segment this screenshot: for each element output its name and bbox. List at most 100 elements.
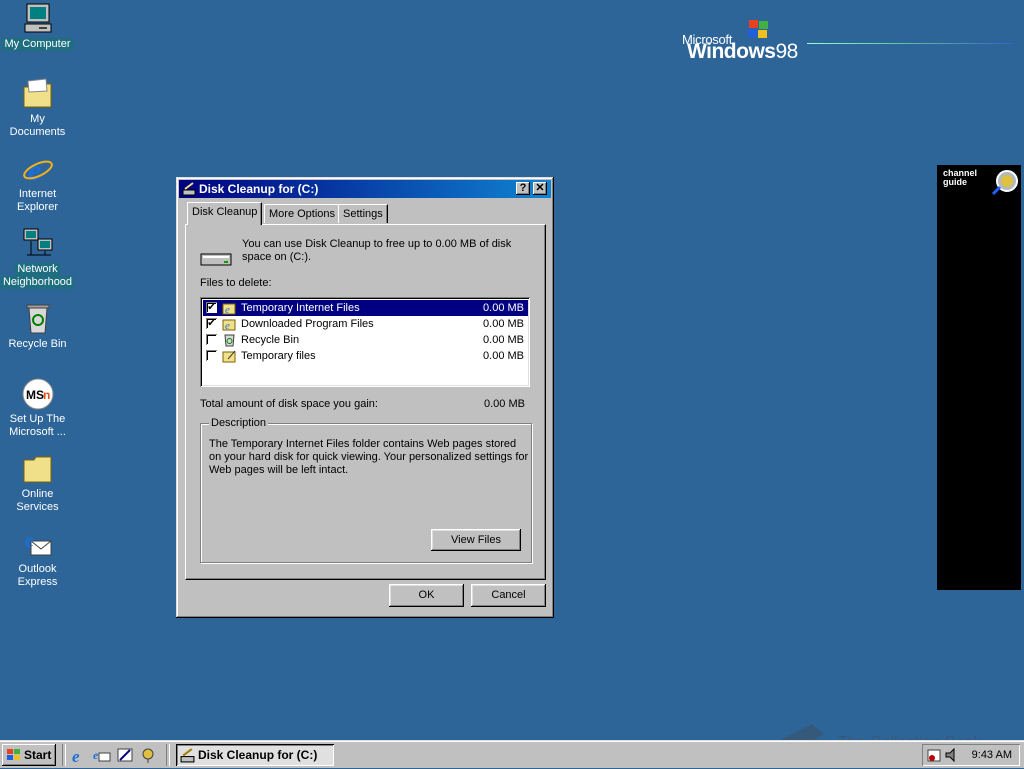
task-divider (166, 744, 170, 766)
file-size: 0.00 MB (483, 318, 524, 330)
windows-flag-icon (7, 749, 20, 760)
scheduler-icon[interactable] (926, 747, 942, 763)
list-item-temporary-internet-files[interactable]: ✔ e Temporary Internet Files 0.00 MB (203, 300, 528, 316)
icon-label: Neighborhood (0, 276, 75, 289)
file-name: Temporary files (241, 350, 316, 362)
desktop-icon-online-services[interactable]: Online Services (0, 452, 75, 514)
icon-label: My Computer (2, 38, 73, 51)
description-line3: Web pages will be left intact. (209, 464, 349, 476)
taskbar: Start e e Disk Cleanup for (C:) 9:43 AM (0, 740, 1024, 768)
folder-icon (23, 456, 51, 483)
list-item-temporary-files[interactable]: Temporary files 0.00 MB (203, 348, 528, 364)
windows98-logo: Microsoft Windows98 (682, 18, 1012, 68)
start-label: Start (24, 748, 52, 762)
icon-label: Online (19, 488, 56, 501)
dialog-title: Disk Cleanup for (C:) (199, 182, 319, 196)
svg-text:e: e (225, 320, 230, 331)
file-size: 0.00 MB (483, 334, 524, 346)
view-files-button[interactable]: View Files (431, 529, 521, 551)
network-neighborhood-icon (23, 228, 52, 256)
windows-flag-icon (748, 20, 768, 38)
desktop-icon-network-neighborhood[interactable]: Network Neighborhood (0, 227, 75, 289)
svg-text:e: e (72, 747, 80, 764)
icon-label: Internet (16, 188, 59, 201)
volume-icon[interactable] (944, 747, 960, 763)
taskbar-button-disk-cleanup[interactable]: Disk Cleanup for (C:) (176, 744, 334, 766)
checkbox[interactable]: ✔ (206, 302, 217, 313)
help-button[interactable]: ? (516, 182, 530, 195)
channel-guide-label[interactable]: channel guide (943, 169, 977, 187)
system-tray: 9:43 AM (922, 744, 1020, 766)
desktop-icon-my-computer[interactable]: My Computer (0, 2, 75, 51)
file-name: Recycle Bin (241, 334, 300, 346)
files-to-delete-label: Files to delete: (200, 277, 272, 289)
internet-files-icon: e (222, 303, 236, 315)
start-button[interactable]: Start (2, 744, 56, 766)
desktop-icon-msn-setup[interactable]: MS n Set Up The Microsoft ... (0, 377, 75, 439)
logo-windows: Windows98 (687, 40, 798, 63)
internet-explorer-icon[interactable]: e (70, 746, 88, 764)
icon-label: Microsoft ... (7, 426, 68, 439)
tab-more-options[interactable]: More Options (264, 204, 341, 223)
icon-label: Explorer (15, 201, 60, 214)
intro-text-line1: You can use Disk Cleanup to free up to 0… (242, 238, 512, 250)
checkbox[interactable] (206, 334, 217, 345)
recycle-bin-icon (224, 334, 235, 347)
recycle-bin-icon (26, 304, 49, 334)
channel-guide-magnifier-icon (991, 170, 1018, 196)
checkbox[interactable] (206, 350, 217, 361)
desktop-icon-outlook-express[interactable]: e Outlook Express (0, 527, 75, 589)
svg-text:MS: MS (26, 388, 44, 402)
description-legend: Description (209, 417, 269, 429)
icon-label: Recycle Bin (6, 338, 69, 351)
description-line1: The Temporary Internet Files folder cont… (209, 438, 517, 450)
svg-text:e: e (25, 530, 34, 552)
view-channels-icon[interactable] (139, 746, 157, 764)
title-bar[interactable]: Disk Cleanup for (C:) ? ✕ (179, 180, 551, 198)
files-to-delete-list[interactable]: ✔ e Temporary Internet Files 0.00 MB ✔ e… (200, 297, 530, 387)
icon-label: My Documents (0, 113, 75, 139)
hard-drive-icon (200, 253, 232, 266)
show-desktop-icon[interactable] (116, 746, 134, 764)
clock[interactable]: 9:43 AM (972, 744, 1012, 766)
icon-label: Network (15, 263, 60, 276)
total-value: 0.00 MB (484, 398, 525, 410)
svg-text:e: e (225, 304, 230, 315)
channel-bar[interactable]: channel guide (937, 165, 1021, 590)
list-item-recycle-bin[interactable]: Recycle Bin 0.00 MB (203, 332, 528, 348)
svg-text:e: e (28, 154, 41, 186)
checkbox[interactable]: ✔ (206, 318, 217, 329)
description-group: Description The Temporary Internet Files… (200, 417, 532, 563)
msn-icon: MS n (22, 378, 53, 410)
file-size: 0.00 MB (483, 350, 524, 362)
svg-text:e: e (93, 748, 99, 762)
internet-explorer-icon: e (22, 154, 53, 186)
folder-documents-icon (23, 78, 51, 108)
disk-cleanup-icon (180, 748, 195, 763)
total-label: Total amount of disk space you gain: (200, 398, 378, 410)
task-label: Disk Cleanup for (C:) (198, 748, 318, 762)
cancel-button[interactable]: Cancel (471, 584, 546, 607)
close-button[interactable]: ✕ (533, 182, 547, 195)
icon-label: Outlook (16, 563, 59, 576)
svg-text:n: n (43, 388, 50, 402)
tab-disk-cleanup[interactable]: Disk Cleanup (187, 202, 263, 225)
my-computer-icon (24, 3, 51, 33)
icon-label: Services (14, 501, 61, 514)
desktop-icon-recycle-bin[interactable]: Recycle Bin (0, 302, 75, 351)
desktop-icon-internet-explorer[interactable]: e Internet Explorer (0, 152, 75, 214)
desktop-icon-my-documents[interactable]: My Documents (0, 77, 75, 139)
logo-divider (807, 43, 1012, 44)
icon-label: Set Up The (7, 413, 68, 426)
disk-cleanup-icon (182, 182, 196, 196)
outlook-express-icon[interactable]: e (93, 746, 111, 764)
intro-text-line2: space on (C:). (242, 251, 312, 263)
file-size: 0.00 MB (483, 302, 524, 314)
disk-cleanup-dialog[interactable]: Disk Cleanup for (C:) ? ✕ Disk Cleanup M… (176, 177, 554, 618)
ok-button[interactable]: OK (389, 584, 464, 607)
list-item-downloaded-program-files[interactable]: ✔ e Downloaded Program Files 0.00 MB (203, 316, 528, 332)
description-line2: on your hard disk for quick viewing. You… (209, 451, 529, 463)
file-name: Temporary Internet Files (241, 302, 360, 314)
tab-settings[interactable]: Settings (338, 204, 388, 223)
file-name: Downloaded Program Files (241, 318, 374, 330)
